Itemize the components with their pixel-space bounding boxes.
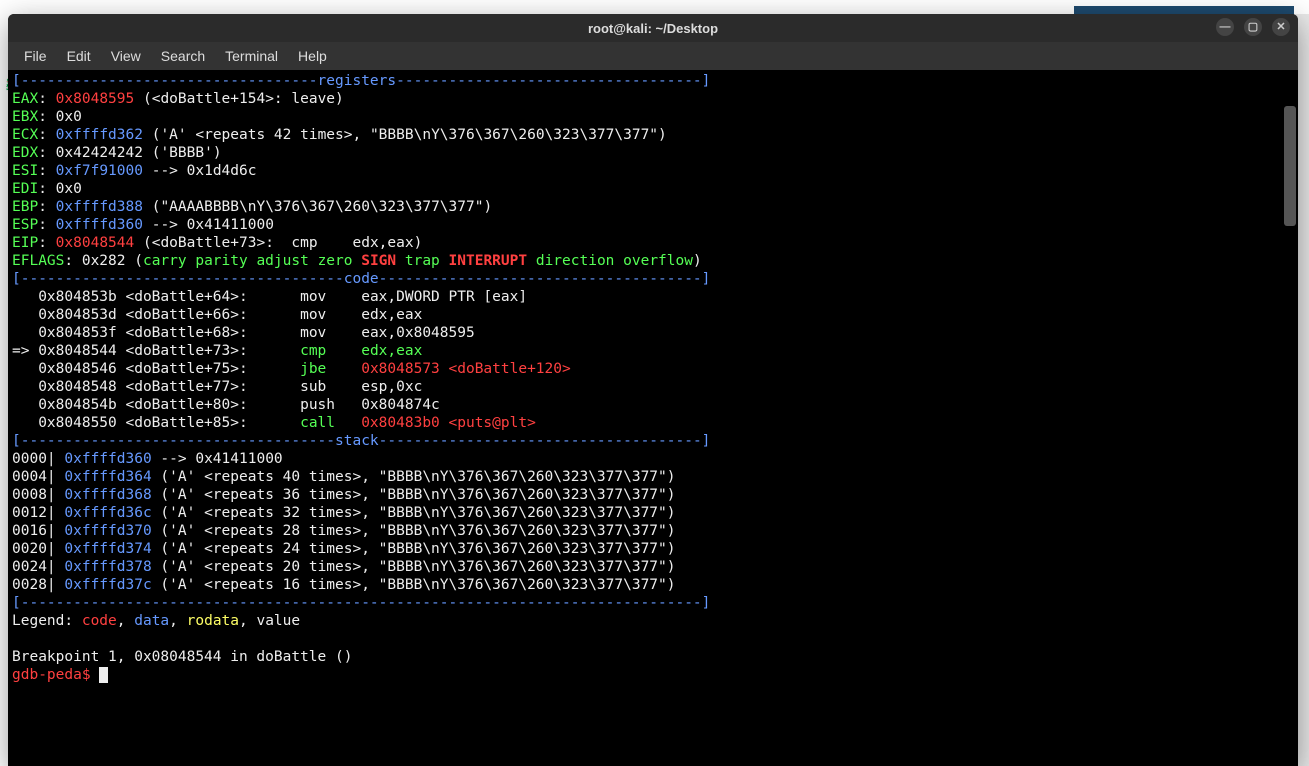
minimize-button[interactable]: — (1216, 18, 1234, 36)
close-button[interactable]: ✕ (1272, 18, 1290, 36)
cursor (99, 667, 108, 683)
menu-terminal[interactable]: Terminal (217, 45, 286, 67)
terminal-body[interactable]: [----------------------------------regis… (8, 70, 1298, 766)
menu-edit[interactable]: Edit (59, 45, 99, 67)
scrollbar-thumb[interactable] (1284, 106, 1296, 226)
menu-file[interactable]: File (16, 45, 55, 67)
terminal-menubar: File Edit View Search Terminal Help (8, 42, 1298, 70)
window-titlebar[interactable]: root@kali: ~/Desktop — ▢ ✕ (8, 14, 1298, 42)
menu-help[interactable]: Help (290, 45, 335, 67)
window-title: root@kali: ~/Desktop (588, 21, 718, 36)
menu-search[interactable]: Search (153, 45, 213, 67)
close-icon: ✕ (1276, 22, 1285, 33)
maximize-button[interactable]: ▢ (1244, 18, 1262, 36)
menu-view[interactable]: View (103, 45, 149, 67)
terminal-scrollbar[interactable] (1284, 70, 1296, 764)
terminal-window: root@kali: ~/Desktop — ▢ ✕ File Edit Vie… (8, 14, 1298, 766)
minimize-icon: — (1220, 22, 1231, 33)
maximize-icon: ▢ (1248, 22, 1258, 33)
